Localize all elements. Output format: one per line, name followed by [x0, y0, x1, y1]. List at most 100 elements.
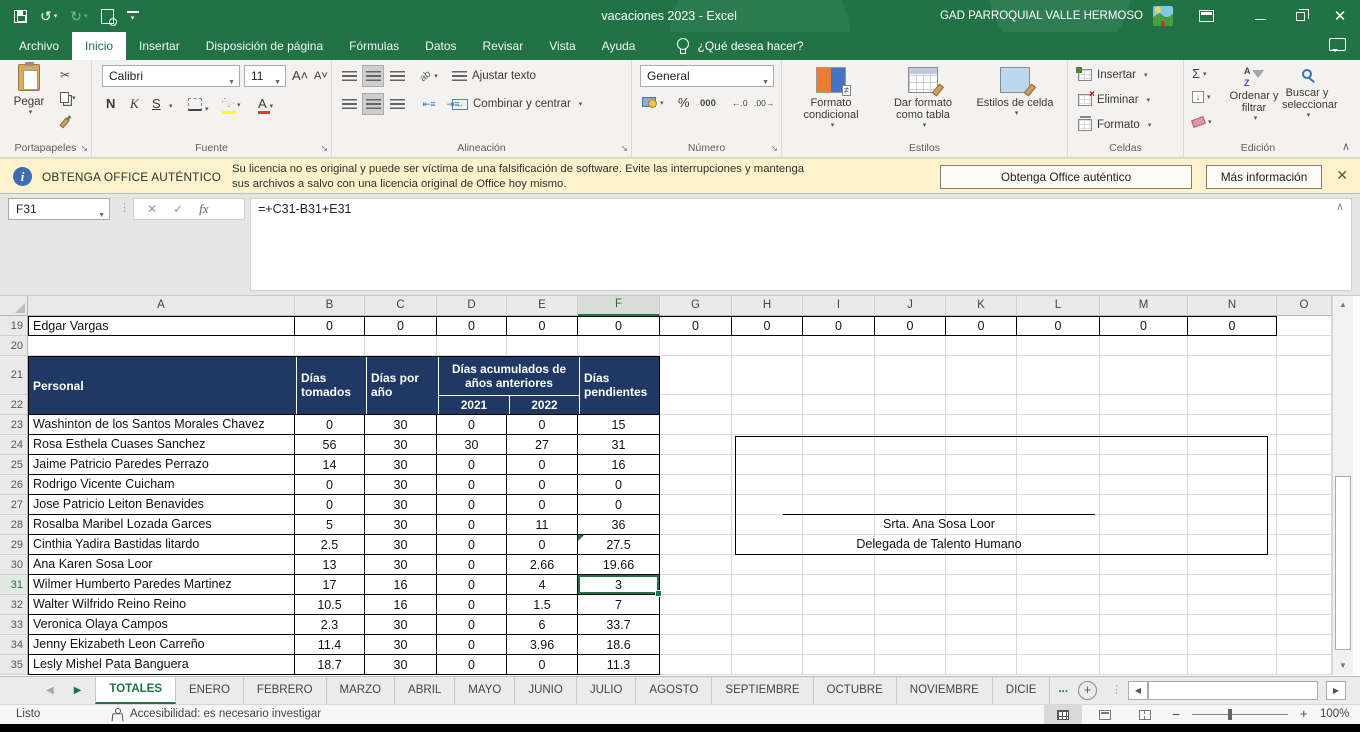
cell-F28[interactable]: 36	[578, 515, 660, 535]
cell-B35[interactable]: 18.7	[295, 655, 365, 675]
ribbon-tab-ayuda[interactable]: Ayuda	[589, 32, 649, 60]
cell-H21[interactable]	[732, 356, 803, 395]
row-header-25[interactable]: 25	[0, 455, 28, 475]
cell-N31[interactable]	[1188, 575, 1277, 595]
cell-D33[interactable]: 0	[437, 615, 507, 635]
row-header-22[interactable]: 22	[0, 395, 28, 415]
tabbar-splitter[interactable]: ⋮	[1111, 677, 1122, 704]
accessibility-status[interactable]: Accesibilidad: es necesario investigar	[130, 705, 321, 724]
orientation-button[interactable]: ab▾	[418, 65, 440, 87]
cell-I34[interactable]	[803, 635, 875, 655]
decrease-font-button[interactable]: A˅	[314, 70, 328, 82]
cell-I30[interactable]	[803, 555, 875, 575]
ribbon-tab-archivo[interactable]: Archivo	[6, 32, 72, 60]
cell-A20[interactable]	[28, 336, 295, 356]
cell-C23[interactable]: 30	[365, 415, 437, 435]
cell-H34[interactable]	[732, 635, 803, 655]
cell-G26[interactable]	[660, 475, 732, 495]
cell-H20[interactable]	[732, 336, 803, 356]
print-preview-button[interactable]	[101, 9, 114, 24]
cell-L30[interactable]	[1017, 555, 1100, 575]
cell-B31[interactable]: 17	[295, 575, 365, 595]
cell-J31[interactable]	[875, 575, 946, 595]
cell-H35[interactable]	[732, 655, 803, 675]
cell-I33[interactable]	[803, 615, 875, 635]
save-button[interactable]	[14, 10, 27, 23]
confirm-entry-icon[interactable]: ✓	[173, 202, 183, 216]
align-bottom-button[interactable]	[386, 65, 408, 87]
cell-D27[interactable]: 0	[437, 495, 507, 515]
sheet-tab-totales[interactable]: TOTALES	[95, 677, 176, 704]
cell-H32[interactable]	[732, 595, 803, 615]
cell-C34[interactable]: 30	[365, 635, 437, 655]
row-header-19[interactable]: 19	[0, 316, 28, 336]
font-color-button[interactable]: A▾	[258, 96, 273, 111]
zoom-out-button[interactable]: −	[1172, 705, 1180, 723]
cell-E27[interactable]: 0	[507, 495, 578, 515]
cell-A29[interactable]: Cinthia Yadira Bastidas litardo	[28, 535, 295, 555]
cell-J34[interactable]	[875, 635, 946, 655]
column-header-I[interactable]: I	[803, 296, 875, 316]
cell-A25[interactable]: Jaime Patricio Paredes Perrazo	[28, 455, 295, 475]
cell-E31[interactable]: 4	[507, 575, 578, 595]
cell-K20[interactable]	[946, 336, 1017, 356]
ribbon-tab-vista[interactable]: Vista	[536, 32, 588, 60]
cell-N33[interactable]	[1188, 615, 1277, 635]
cell-D30[interactable]: 0	[437, 555, 507, 575]
sheet-tab-junio[interactable]: JUNIO	[515, 677, 577, 704]
cell-K35[interactable]	[946, 655, 1017, 675]
cell-K33[interactable]	[946, 615, 1017, 635]
comments-icon[interactable]	[1329, 38, 1346, 51]
cell-C33[interactable]: 30	[365, 615, 437, 635]
cell-D34[interactable]: 0	[437, 635, 507, 655]
header-dias-tomados[interactable]: Días tomados	[296, 357, 366, 414]
column-header-E[interactable]: E	[507, 296, 578, 316]
cell-J22[interactable]	[875, 395, 946, 415]
sheet-tab-noviembre[interactable]: NOVIEMBRE	[897, 677, 993, 704]
cell-M30[interactable]	[1100, 555, 1188, 575]
cell-K31[interactable]	[946, 575, 1017, 595]
autosum-button[interactable]: Σ▾	[1192, 66, 1207, 81]
header-2022[interactable]: 2022	[509, 396, 579, 414]
cell-H30[interactable]	[732, 555, 803, 575]
column-header-J[interactable]: J	[875, 296, 946, 316]
cell-E23[interactable]: 0	[507, 415, 578, 435]
cell-A34[interactable]: Jenny Ekizabeth Leon Carreño	[28, 635, 295, 655]
row-header-30[interactable]: 30	[0, 555, 28, 575]
cell-I23[interactable]	[803, 415, 875, 435]
sheet-tab-julio[interactable]: JULIO	[577, 677, 637, 704]
cell-J19[interactable]: 0	[875, 316, 946, 336]
cell-E25[interactable]: 0	[507, 455, 578, 475]
cell-F23[interactable]: 15	[578, 415, 660, 435]
align-middle-button[interactable]	[362, 65, 384, 87]
cell-J20[interactable]	[875, 336, 946, 356]
cell-E30[interactable]: 2.66	[507, 555, 578, 575]
cell-H22[interactable]	[732, 395, 803, 415]
cell-E28[interactable]: 11	[507, 515, 578, 535]
cell-M23[interactable]	[1100, 415, 1188, 435]
ribbon-tab-datos[interactable]: Datos	[412, 32, 469, 60]
cell-I35[interactable]	[803, 655, 875, 675]
normal-view-button[interactable]	[1044, 705, 1082, 724]
cell-M22[interactable]	[1100, 395, 1188, 415]
column-header-C[interactable]: C	[365, 296, 437, 316]
ribbon-tab-f-rmulas[interactable]: Fórmulas	[336, 32, 412, 60]
column-header-M[interactable]: M	[1100, 296, 1188, 316]
cell-E26[interactable]: 0	[507, 475, 578, 495]
cell-F29[interactable]: 27.5	[578, 535, 660, 555]
header-dias-por-anio[interactable]: Días por año	[366, 357, 438, 414]
cell-C32[interactable]: 16	[365, 595, 437, 615]
cell-F30[interactable]: 19.66	[578, 555, 660, 575]
cell-E33[interactable]: 6	[507, 615, 578, 635]
cell-G33[interactable]	[660, 615, 732, 635]
column-header-O[interactable]: O	[1277, 296, 1332, 316]
row-header-31[interactable]: 31	[0, 575, 28, 595]
row-header-35[interactable]: 35	[0, 655, 28, 675]
sheet-tab-septiembre[interactable]: SEPTIEMBRE	[712, 677, 813, 704]
horizontal-scroll-thumb[interactable]	[1148, 681, 1318, 700]
clear-button[interactable]: ▾	[1192, 118, 1212, 126]
cell-F35[interactable]: 11.3	[578, 655, 660, 675]
cell-L23[interactable]	[1017, 415, 1100, 435]
vertical-scrollbar[interactable]: ▲ ▼	[1332, 296, 1353, 675]
cell-O24[interactable]	[1277, 435, 1332, 455]
